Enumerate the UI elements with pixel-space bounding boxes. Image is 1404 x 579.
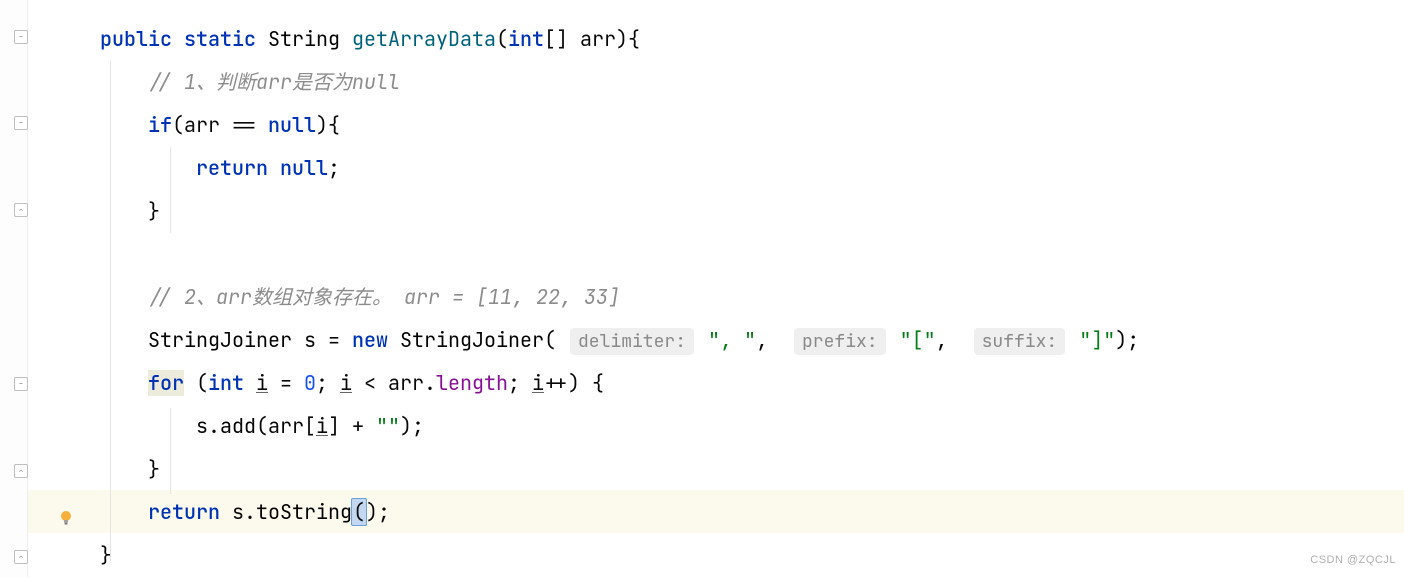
variable: s	[232, 499, 244, 525]
keyword-if: if	[148, 112, 172, 138]
operator: ==	[232, 112, 256, 138]
variable-i: i	[316, 413, 328, 439]
fold-marker-icon[interactable]	[14, 377, 28, 391]
code-line[interactable]: // 1、判断arr是否为null	[40, 61, 1404, 104]
code-line[interactable]: return s.toString();	[40, 491, 1404, 534]
number: 0	[304, 370, 316, 396]
code-line[interactable]: public static String getArrayData(int[] …	[40, 18, 1404, 61]
code-line[interactable]: for (int i = 0; i < arr.length; i++) {	[40, 362, 1404, 405]
code-line[interactable]: s.add(arr[i] + "");	[40, 405, 1404, 448]
param-brackets: []	[544, 26, 568, 52]
gutter	[0, 0, 28, 577]
code-line[interactable]	[40, 233, 1404, 276]
keyword-for: for	[148, 370, 184, 396]
code-line[interactable]: // 2、arr数组对象存在。 arr = [11, 22, 33]	[40, 276, 1404, 319]
string-literal: ""	[376, 413, 400, 439]
param-name: arr	[580, 26, 616, 52]
code-line[interactable]: if(arr == null){	[40, 104, 1404, 147]
variable-i: i	[340, 370, 352, 396]
constructor: StringJoiner	[400, 327, 544, 353]
keyword-new: new	[352, 327, 388, 353]
identifier: arr	[184, 112, 220, 138]
operator: ++	[544, 370, 568, 396]
parameter-hint: suffix:	[974, 328, 1066, 355]
operator: <	[364, 370, 376, 396]
method-call: add	[220, 413, 256, 439]
keyword-return: return	[196, 155, 268, 181]
keyword-static: static	[184, 26, 256, 52]
code-line[interactable]: return null;	[40, 147, 1404, 190]
fold-marker-icon[interactable]	[14, 30, 28, 44]
code-line[interactable]: }	[40, 448, 1404, 491]
identifier: arr	[388, 370, 424, 396]
type: StringJoiner	[148, 327, 292, 353]
keyword-return: return	[148, 499, 220, 525]
code-editor[interactable]: public static String getArrayData(int[] …	[0, 0, 1404, 577]
fold-end-icon[interactable]	[14, 203, 28, 217]
string-literal: "]"	[1079, 327, 1115, 353]
variable-i: i	[532, 370, 544, 396]
comment: // 1、判断arr是否为null	[148, 69, 400, 95]
matched-paren-icon: (	[351, 498, 367, 526]
variable: s	[196, 413, 208, 439]
keyword-null: null	[268, 112, 316, 138]
string-literal: ", "	[708, 327, 756, 353]
brace: }	[148, 456, 160, 482]
code-line[interactable]: StringJoiner s = new StringJoiner( delim…	[40, 319, 1404, 362]
field: length	[436, 370, 508, 396]
code-line[interactable]: }	[40, 190, 1404, 233]
fold-marker-icon[interactable]	[14, 116, 28, 130]
string-literal: "["	[900, 327, 936, 353]
variable: s	[304, 327, 316, 353]
parameter-hint: prefix:	[794, 328, 886, 355]
method-name: getArrayData	[352, 26, 496, 52]
keyword-int: int	[208, 370, 244, 396]
keyword-public: public	[100, 26, 172, 52]
variable-i: i	[256, 370, 268, 396]
param-type: int	[508, 26, 544, 52]
method-call: toString	[256, 499, 352, 525]
fold-end-icon[interactable]	[14, 550, 28, 564]
parameter-hint: delimiter:	[570, 328, 694, 355]
watermark: CSDN @ZQCJL	[1310, 549, 1396, 573]
return-type: String	[268, 26, 340, 52]
keyword-null: null	[280, 155, 328, 181]
operator: =	[280, 370, 292, 396]
operator: +	[352, 413, 364, 439]
code-line[interactable]: }	[40, 534, 1404, 577]
comment: // 2、arr数组对象存在。 arr = [11, 22, 33]	[148, 284, 620, 310]
fold-end-icon[interactable]	[14, 464, 28, 478]
identifier: arr	[268, 413, 304, 439]
brace: }	[148, 198, 160, 224]
